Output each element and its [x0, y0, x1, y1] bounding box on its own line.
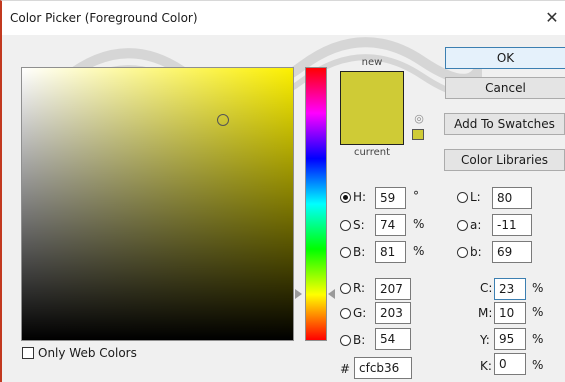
new-color-label: new [361, 57, 383, 68]
color-libraries-button[interactable]: Color Libraries [444, 149, 565, 171]
g-label: G: [353, 306, 367, 320]
k-unit: % [532, 358, 544, 372]
c-unit: % [532, 281, 544, 295]
lab-b-radio[interactable] [457, 247, 468, 258]
h-field[interactable]: 59 [375, 187, 406, 209]
l-radio[interactable] [457, 192, 468, 203]
y-label: Y: [480, 333, 490, 347]
cancel-button[interactable]: Cancel [445, 77, 565, 99]
r-field[interactable]: 207 [375, 278, 411, 300]
y-field[interactable]: 95 [494, 328, 526, 350]
s-field[interactable]: 74 [375, 214, 406, 236]
l-label: L: [470, 190, 481, 204]
g-field[interactable]: 203 [375, 302, 411, 324]
h-label: H: [353, 190, 367, 204]
g-radio[interactable] [340, 308, 351, 319]
a-field[interactable]: -11 [492, 214, 532, 236]
cube-warning-icon[interactable]: ◎ [412, 113, 426, 125]
k-label: K: [480, 359, 492, 373]
c-field[interactable]: 23 [494, 278, 526, 300]
color-swatch [340, 71, 404, 145]
ok-button[interactable]: OK [445, 47, 565, 69]
hex-field[interactable]: cfcb36 [354, 357, 412, 379]
color-picker-dialog: Color Picker (Foreground Color) ✕ new cu… [0, 0, 565, 382]
s-unit: % [413, 217, 425, 231]
r-label: R: [353, 281, 366, 295]
a-label: a: [470, 218, 482, 232]
b-unit: % [413, 244, 425, 258]
hue-slider-handle-right[interactable] [328, 289, 335, 300]
h-unit: ° [413, 189, 419, 203]
s-radio[interactable] [340, 220, 351, 231]
lab-b-label: b: [470, 245, 482, 259]
window-title: Color Picker (Foreground Color) [10, 11, 198, 25]
k-field[interactable]: 0 [494, 353, 526, 375]
b-label: B: [353, 245, 366, 259]
current-color-swatch[interactable] [341, 108, 403, 144]
new-color-swatch [341, 72, 403, 108]
r-radio[interactable] [340, 283, 351, 294]
l-field[interactable]: 80 [492, 187, 532, 209]
only-web-colors-checkbox[interactable] [22, 347, 34, 359]
h-radio[interactable] [340, 192, 351, 203]
only-web-colors-label: Only Web Colors [38, 346, 137, 360]
y-unit: % [532, 332, 544, 346]
add-to-swatches-button[interactable]: Add To Swatches [444, 113, 565, 135]
hex-label: # [340, 362, 351, 376]
blue-field[interactable]: 54 [375, 328, 411, 350]
blue-label: B: [353, 333, 366, 347]
lab-b-field[interactable]: 69 [492, 241, 532, 263]
b-radio[interactable] [340, 247, 351, 258]
blue-radio[interactable] [340, 335, 351, 346]
color-field-marker[interactable] [216, 113, 229, 126]
a-radio[interactable] [457, 220, 468, 231]
close-icon[interactable]: ✕ [541, 7, 563, 29]
m-label: M: [478, 306, 493, 320]
b-field[interactable]: 81 [375, 241, 406, 263]
m-field[interactable]: 10 [494, 302, 526, 324]
c-label: C: [480, 281, 493, 295]
current-color-label: current [353, 147, 391, 158]
web-safe-color-chip[interactable] [412, 129, 424, 140]
hue-slider[interactable] [305, 67, 327, 341]
s-label: S: [353, 218, 365, 232]
title-bar[interactable]: Color Picker (Foreground Color) ✕ [2, 1, 565, 35]
hue-slider-handle-left[interactable] [295, 289, 302, 300]
m-unit: % [532, 305, 544, 319]
color-field[interactable] [21, 67, 294, 341]
